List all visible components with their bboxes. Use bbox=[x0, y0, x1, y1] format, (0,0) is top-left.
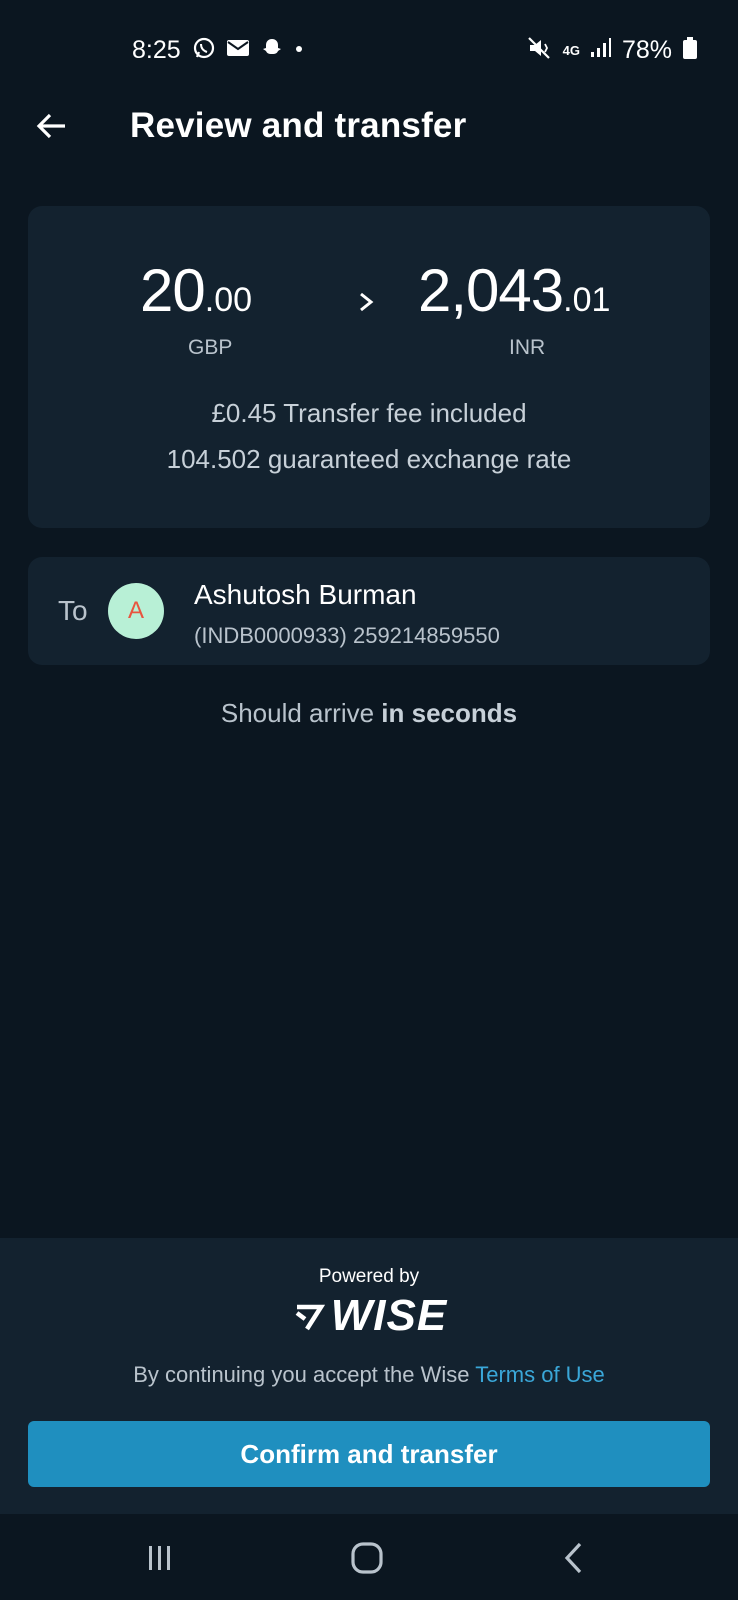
mail-icon bbox=[226, 37, 250, 64]
chevron-right-icon bbox=[360, 292, 374, 312]
rate-text: guaranteed exchange rate bbox=[260, 444, 572, 474]
recent-apps-icon bbox=[149, 1546, 170, 1570]
send-amount-decimal: .00 bbox=[204, 281, 253, 319]
terms-notice: By continuing you accept the Wise Terms … bbox=[0, 1362, 738, 1388]
system-back-button[interactable] bbox=[552, 1536, 596, 1580]
send-amount: 20.00 bbox=[140, 256, 252, 325]
fee-line: £0.45 Transfer fee included bbox=[28, 398, 710, 429]
wise-flag-icon bbox=[295, 1304, 325, 1331]
chevron-left-icon bbox=[564, 1542, 582, 1574]
battery-icon bbox=[682, 36, 698, 65]
receive-amount-decimal: .01 bbox=[563, 281, 611, 319]
avatar: A bbox=[108, 583, 164, 639]
rate-value: 104.502 bbox=[166, 444, 261, 474]
receive-currency: INR bbox=[509, 336, 546, 359]
terms-of-use-link[interactable]: Terms of Use bbox=[475, 1362, 605, 1387]
back-button[interactable] bbox=[30, 104, 74, 148]
recipient-card[interactable]: To A Ashutosh Burman (INDB0000933) 25921… bbox=[28, 557, 710, 665]
fee-value: £0.45 bbox=[211, 398, 277, 428]
wise-logo: WISE bbox=[290, 1291, 450, 1340]
network-icon: 4G bbox=[562, 42, 580, 58]
wise-wordmark: WISE bbox=[330, 1291, 448, 1340]
arrival-estimate: Should arrive in seconds bbox=[0, 698, 738, 729]
arrival-emphasis: in seconds bbox=[381, 698, 518, 728]
arrival-prefix: Should arrive bbox=[220, 698, 382, 728]
fee-text: Transfer fee included bbox=[276, 398, 527, 428]
send-amount-whole: 20 bbox=[140, 257, 206, 324]
arrow-left-icon bbox=[36, 113, 65, 139]
whatsapp-icon bbox=[192, 36, 216, 65]
notification-icons bbox=[192, 36, 304, 65]
confirm-and-transfer-button[interactable]: Confirm and transfer bbox=[28, 1421, 710, 1487]
transfer-summary-card: 20.00 GBP 2,043.01 INR £0.45 Transfer fe… bbox=[28, 206, 710, 528]
terms-prefix: By continuing you accept the Wise bbox=[133, 1362, 476, 1387]
battery-percent: 78% bbox=[621, 36, 672, 64]
dot-icon bbox=[294, 36, 304, 65]
status-bar: 8:25 4G 78% bbox=[0, 0, 738, 100]
send-currency: GBP bbox=[188, 336, 233, 359]
system-icons: 4G 78% bbox=[527, 36, 698, 65]
status-time: 8:25 bbox=[132, 36, 181, 64]
recipient-account: (INDB0000933) 259214859550 bbox=[194, 623, 500, 648]
receive-amount: 2,043.01 bbox=[418, 256, 610, 325]
rate-line: 104.502 guaranteed exchange rate bbox=[28, 444, 710, 475]
home-button[interactable] bbox=[345, 1536, 389, 1580]
snapchat-icon bbox=[260, 36, 284, 65]
mute-icon bbox=[527, 36, 553, 65]
powered-by-label: Powered by bbox=[318, 1266, 420, 1287]
to-label: To bbox=[58, 595, 88, 626]
system-nav-bar bbox=[0, 1514, 738, 1600]
home-icon bbox=[351, 1542, 383, 1574]
recent-apps-button[interactable] bbox=[138, 1536, 182, 1580]
signal-icon bbox=[590, 37, 612, 64]
recipient-name: Ashutosh Burman bbox=[194, 579, 417, 610]
footer-panel: Powered by WISE By continuing you accept… bbox=[0, 1238, 738, 1514]
app-header: Review and transfer bbox=[0, 100, 738, 160]
receive-amount-whole: 2,043 bbox=[418, 257, 564, 324]
page-title: Review and transfer bbox=[130, 106, 467, 145]
